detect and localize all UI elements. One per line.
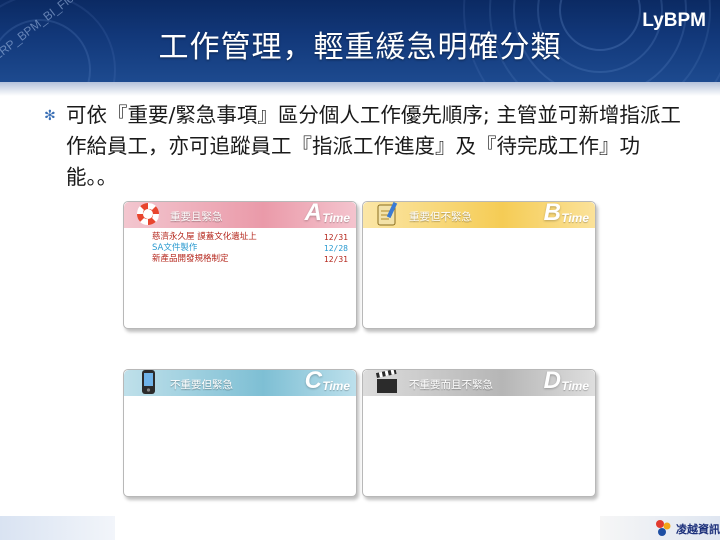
task-row[interactable]: 新產品開發規格制定 12/31 bbox=[152, 254, 348, 265]
notepad-pencil-icon bbox=[377, 202, 398, 226]
quadrant-letter: C bbox=[304, 369, 322, 394]
brand-label: LyBPM bbox=[642, 10, 706, 31]
bullet-text: 可依『重要/緊急事項』區分個人工作優先順序; 主管並可新增指派工作給員工，亦可追… bbox=[66, 103, 681, 189]
quadrant-time-label: Time bbox=[561, 379, 589, 393]
title-banner: ERP_BPM_BI_Flow 工作管理，輕重緩急明確分類 LyBPM bbox=[0, 0, 720, 82]
quadrant-label: 重要且緊急 bbox=[170, 211, 223, 223]
quadrant-header: 不重要但緊急 C Time bbox=[124, 370, 356, 396]
bullet-star-icon: ✻ bbox=[44, 108, 56, 124]
quadrant-label: 不重要而且不緊急 bbox=[409, 379, 493, 391]
quadrant-letter: B bbox=[543, 201, 561, 226]
quadrant-label: 不重要但緊急 bbox=[170, 379, 233, 391]
task-due-date: 12/31 bbox=[323, 233, 348, 242]
quadrant-not-important-not-urgent: 不重要而且不緊急 D Time bbox=[362, 369, 596, 497]
quadrant-time-label: Time bbox=[322, 379, 350, 393]
quadrant-header: 重要但不緊急 B Time bbox=[363, 202, 595, 228]
quadrant-header: 重要且緊急 A Time bbox=[124, 202, 356, 228]
quadrant-time-label: Time bbox=[322, 211, 350, 225]
quadrant-time-label: Time bbox=[561, 211, 589, 225]
company-logo-text: 凌越資訊 bbox=[676, 523, 720, 536]
lifebuoy-icon bbox=[136, 202, 160, 226]
quadrant-label: 重要但不緊急 bbox=[409, 211, 472, 223]
quadrant-important-urgent: 重要且緊急 A Time 慈濟永久屋 謨蓋文化遺址上 12/31 SA文件製作 … bbox=[123, 201, 357, 329]
banner-fade bbox=[0, 82, 720, 96]
footer-bar bbox=[0, 516, 720, 540]
quadrant-not-important-urgent: 不重要但緊急 C Time bbox=[123, 369, 357, 497]
task-due-date: 12/31 bbox=[323, 255, 348, 264]
company-logo-icon bbox=[656, 520, 671, 536]
footer-left-strip bbox=[0, 516, 115, 540]
task-row[interactable]: 慈濟永久屋 謨蓋文化遺址上 12/31 bbox=[152, 232, 348, 243]
page-title: 工作管理，輕重緩急明確分類 bbox=[158, 30, 562, 65]
quadrant-letter: D bbox=[543, 369, 561, 394]
task-list: 慈濟永久屋 謨蓋文化遺址上 12/31 SA文件製作 12/28 新產品開發規格… bbox=[152, 232, 348, 265]
task-name[interactable]: SA文件製作 bbox=[152, 243, 197, 254]
quadrant-letter: A bbox=[304, 201, 322, 226]
quadrant-important-not-urgent: 重要但不緊急 B Time bbox=[362, 201, 596, 329]
task-due-date: 12/28 bbox=[323, 244, 348, 253]
mobile-phone-icon bbox=[142, 370, 155, 394]
task-name[interactable]: 慈濟永久屋 謨蓋文化遺址上 bbox=[152, 232, 257, 243]
task-row[interactable]: SA文件製作 12/28 bbox=[152, 243, 348, 254]
task-name[interactable]: 新產品開發規格制定 bbox=[152, 254, 229, 265]
quadrant-header: 不重要而且不緊急 D Time bbox=[363, 370, 595, 396]
clapperboard-icon bbox=[375, 370, 397, 393]
